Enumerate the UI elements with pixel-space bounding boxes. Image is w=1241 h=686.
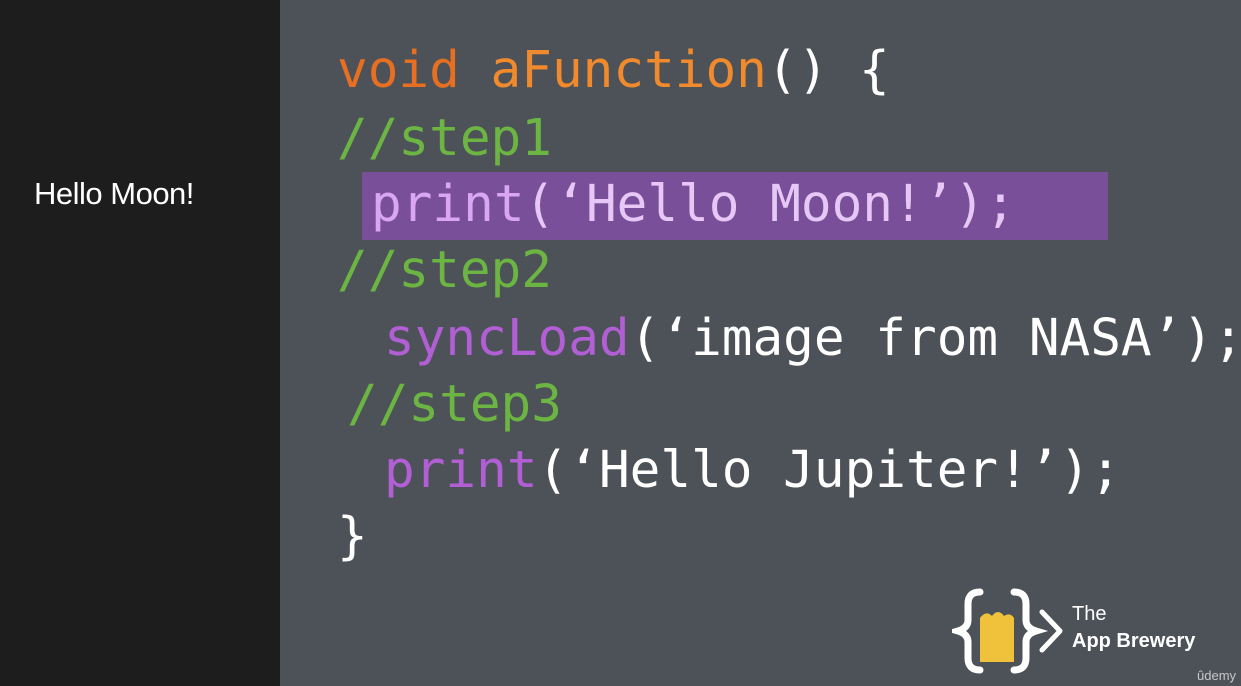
open-paren: ( [629,309,661,368]
code-line-print-moon: print(‘Hello Moon!’); [371,172,1016,238]
comment-step3: //step3 [347,375,562,434]
keyword-void: void [337,41,460,100]
call-print: print [371,175,525,234]
function-name: aFunction [490,41,767,100]
closing-brace: } [337,507,368,566]
brand-the: The [1072,603,1107,625]
call-print: print [384,441,538,500]
code-line-print-jupiter: print(‘Hello Jupiter!’); [384,438,1121,504]
function-signature-punctuation: () { [766,41,890,100]
string-image-from-nasa: ‘image from NASA’ [660,309,1183,368]
console-panel: Hello Moon! [0,0,280,686]
close-paren: ); [1182,309,1241,368]
slide: Hello Moon! void aFunction() { //step1 p… [0,0,1241,686]
string-hello-moon: ‘Hello Moon!’ [555,175,955,234]
string-hello-jupiter: ‘Hello Jupiter!’ [568,441,1060,500]
udemy-watermark: ûdemy [1197,668,1237,683]
call-syncload: syncLoad [384,309,630,368]
open-paren: ( [524,175,556,234]
close-paren: ); [1059,441,1121,500]
console-output-line: Hello Moon! [34,176,194,211]
comment-step1: //step1 [337,109,552,168]
brand-app-brewery: App Brewery [1072,630,1196,652]
close-paren: ); [954,175,1016,234]
open-paren: ( [537,441,569,500]
code-line-syncload: syncLoad(‘image from NASA’); [384,306,1241,372]
code-line-1: void aFunction() { [337,38,890,104]
comment-step2: //step2 [337,241,552,300]
